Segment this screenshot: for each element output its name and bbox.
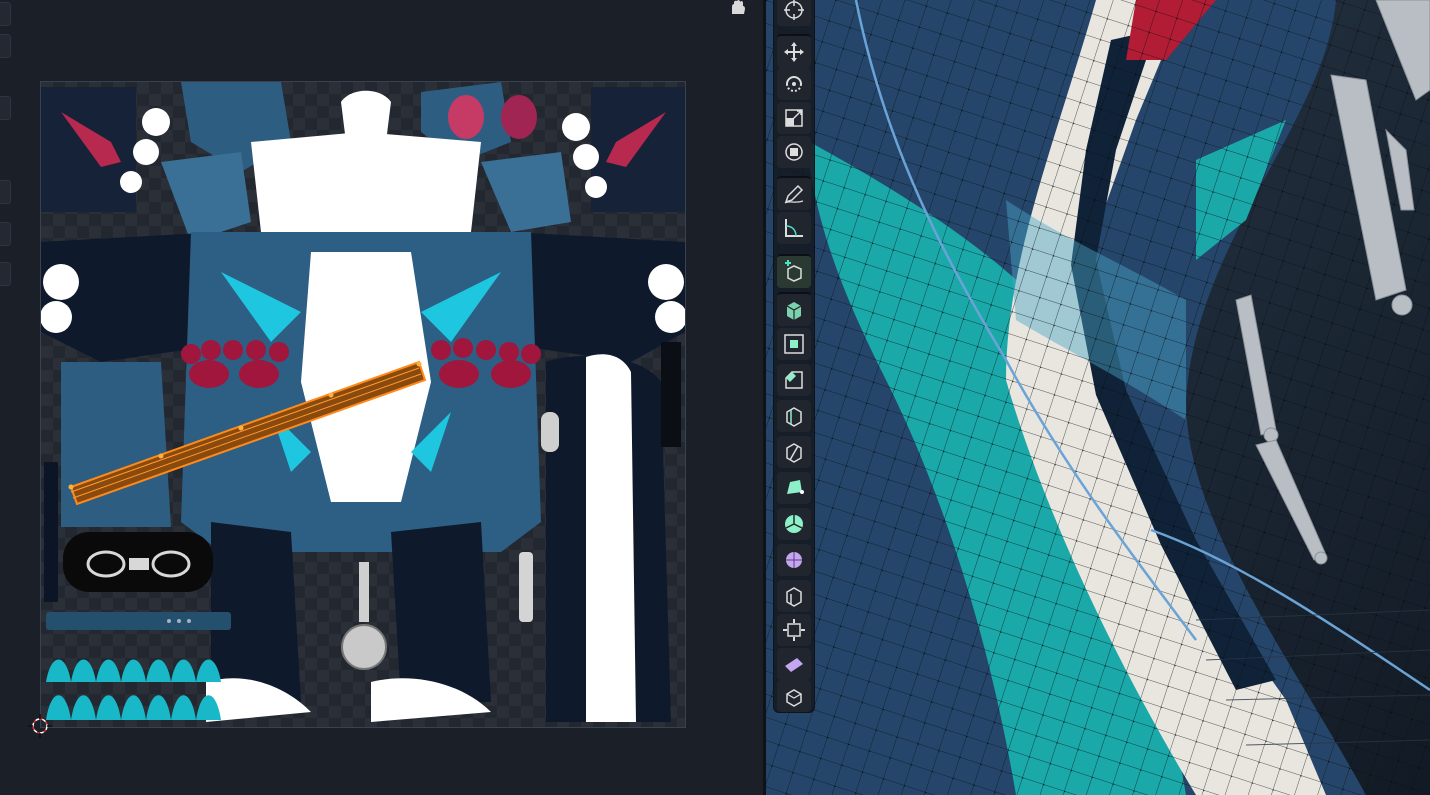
- add-cube-icon: [785, 260, 802, 282]
- sidebar-tab-6[interactable]: [0, 262, 11, 286]
- pencil-icon: [784, 184, 804, 204]
- uv-sidebar: [0, 0, 12, 360]
- ruler-angle-icon: [785, 219, 803, 237]
- crosshair-icon: [784, 0, 804, 20]
- rotate-tool[interactable]: [777, 68, 811, 100]
- smooth-tool[interactable]: [777, 544, 811, 576]
- sidebar-tab-5[interactable]: [0, 222, 11, 246]
- inset-faces-icon: [784, 334, 804, 354]
- smooth-sphere-icon: [786, 552, 802, 568]
- spin-icon: [785, 515, 803, 533]
- loop-cut-tool[interactable]: [777, 400, 811, 432]
- bevel-tool[interactable]: [777, 364, 811, 396]
- shear-tool[interactable]: [777, 648, 811, 680]
- viewport-toolbar: [773, 0, 815, 713]
- bevel-icon: [785, 371, 803, 389]
- shrink-fatten-icon: [783, 619, 805, 641]
- rip-region-icon: [786, 689, 802, 707]
- inset-tool[interactable]: [777, 328, 811, 360]
- extrude-tool[interactable]: [777, 292, 811, 326]
- move-arrows-icon: [784, 42, 804, 62]
- sidebar-tab-1[interactable]: [0, 2, 11, 26]
- uv-editor-panel[interactable]: [0, 0, 763, 795]
- loop-cut-icon: [786, 407, 802, 427]
- transform-tool[interactable]: [777, 136, 811, 168]
- add-cube-tool[interactable]: [777, 254, 811, 288]
- annotate-tool[interactable]: [777, 176, 811, 210]
- poly-build-icon: [787, 480, 804, 494]
- edge-slide-tool[interactable]: [777, 580, 811, 612]
- uv-texture-map: [41, 82, 685, 722]
- transform-icon: [785, 143, 803, 161]
- poly-build-tool[interactable]: [777, 472, 811, 504]
- extrude-icon: [786, 302, 802, 320]
- sidebar-tab-2[interactable]: [0, 34, 11, 58]
- shear-icon: [785, 658, 803, 672]
- edge-slide-icon: [786, 587, 802, 607]
- rip-region-tool[interactable]: [777, 680, 811, 712]
- shrink-fatten-tool[interactable]: [777, 614, 811, 646]
- 3d-mesh-view: [766, 0, 1430, 795]
- move-tool[interactable]: [777, 34, 811, 68]
- cursor-tool[interactable]: [777, 0, 811, 26]
- knife-icon: [786, 443, 802, 463]
- scale-icon: [785, 109, 803, 127]
- hand-grab-icon: [732, 0, 745, 14]
- scale-tool[interactable]: [777, 102, 811, 134]
- knife-tool[interactable]: [777, 436, 811, 468]
- uv-texture-canvas[interactable]: [40, 81, 686, 728]
- 2d-cursor-icon[interactable]: [28, 714, 52, 738]
- spin-tool[interactable]: [777, 508, 811, 540]
- sidebar-tab-3[interactable]: [0, 96, 11, 120]
- rotate-icon: [786, 76, 802, 92]
- measure-tool[interactable]: [777, 212, 811, 244]
- sidebar-tab-4[interactable]: [0, 180, 11, 204]
- 3d-viewport[interactable]: [766, 0, 1430, 795]
